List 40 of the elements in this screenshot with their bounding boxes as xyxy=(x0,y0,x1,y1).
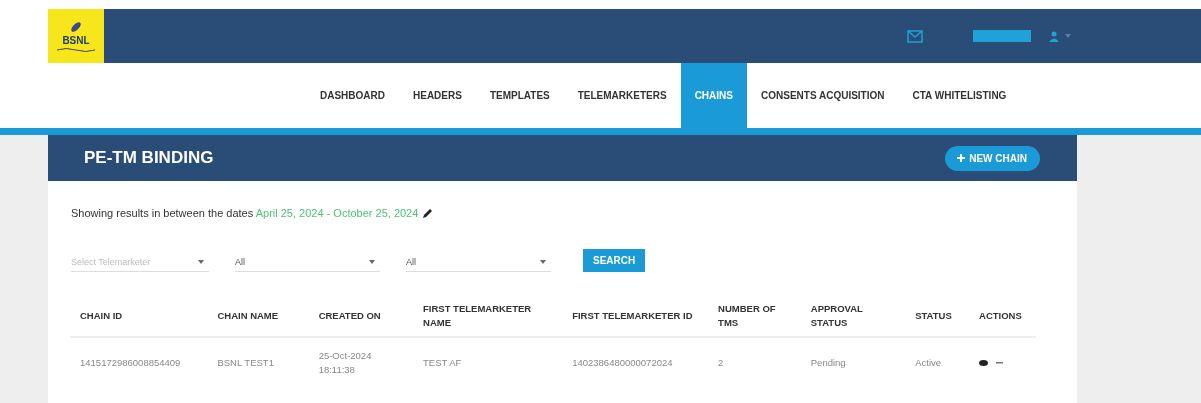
mail-icon[interactable] xyxy=(907,29,923,43)
table-cell: Pending xyxy=(800,337,906,388)
nav-tab[interactable]: HEADERS xyxy=(399,63,476,128)
nav-tab[interactable]: TELEMARKETERS xyxy=(563,63,681,128)
caret-icon xyxy=(369,259,375,264)
nav-tab[interactable]: TEMPLATES xyxy=(475,63,564,128)
table-cell: 2 xyxy=(708,337,801,388)
column-header: NUMBER OF TMS xyxy=(708,296,801,337)
nav-tab[interactable]: CONSENTS ACQUISITION xyxy=(747,63,899,128)
table-cell: 25-Oct-2024 18:11:38 xyxy=(308,337,413,388)
column-header: CREATED ON xyxy=(308,296,413,337)
dropdown-field[interactable]: All xyxy=(235,252,380,272)
column-header: ACTIONS xyxy=(969,296,1036,337)
column-header: FIRST TELEMARKETER NAME xyxy=(413,296,563,337)
dash-icon[interactable] xyxy=(996,362,1004,364)
nav-tab[interactable]: CTA WHITELISTING xyxy=(898,63,1021,128)
caret-icon xyxy=(540,259,546,264)
column-header: FIRST TELEMARKETER ID xyxy=(562,296,709,337)
table-cell: TEST AF xyxy=(413,337,563,388)
caret-icon xyxy=(198,259,204,264)
date-range-sentence: Showing results in between the dates April 25, 2024 - October 25, 2024 xyxy=(71,207,419,219)
tagline-scribble-icon xyxy=(56,46,96,53)
table-cell: 1402386480000072024 xyxy=(562,337,709,388)
panel-title: PE-TM BINDING xyxy=(84,148,214,168)
column-header: CHAIN NAME xyxy=(207,296,309,337)
plus-icon xyxy=(957,154,966,162)
table-cell: Active xyxy=(905,337,970,388)
logo-text: BSNL xyxy=(62,34,90,46)
column-header: APPROVAL STATUS xyxy=(800,296,906,337)
user-icon[interactable] xyxy=(1049,30,1059,42)
dropdown-field[interactable]: All xyxy=(406,252,551,272)
nav-tab[interactable]: DASHBOARD xyxy=(306,63,399,128)
table-cell: BSNL TEST1 xyxy=(207,337,309,388)
view-eye-icon[interactable] xyxy=(979,360,989,366)
table-cell: 1415172986008854409 xyxy=(70,337,208,388)
column-header: CHAIN ID xyxy=(70,296,208,337)
edit-pencil-icon[interactable] xyxy=(423,208,434,218)
logo-swirl-icon xyxy=(69,19,83,34)
caret-icon[interactable] xyxy=(1065,34,1071,38)
column-header: STATUS xyxy=(905,296,970,337)
